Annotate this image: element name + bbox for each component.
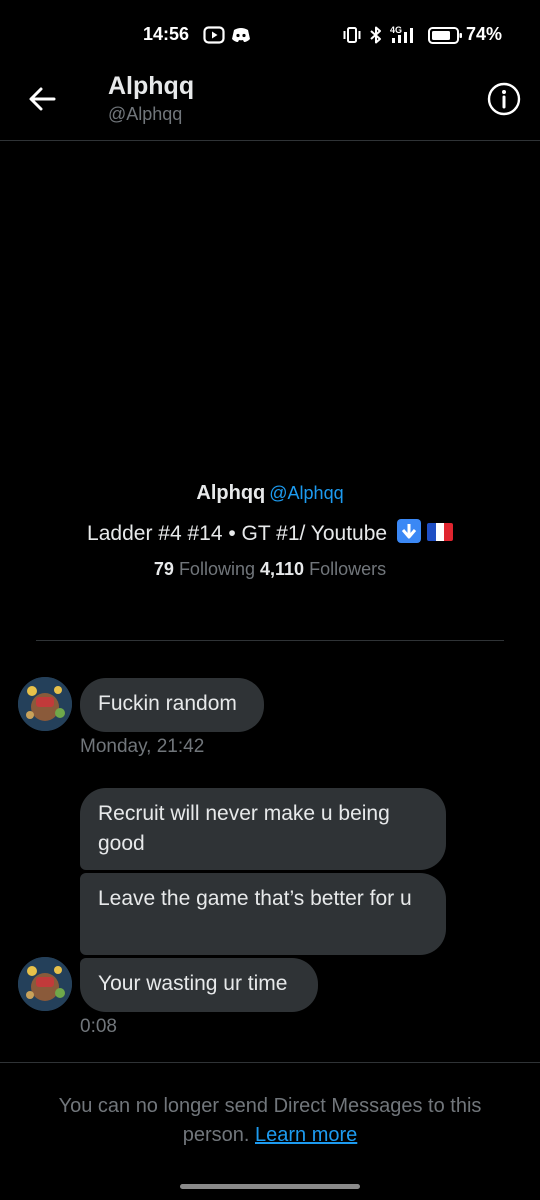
france-flag-emoji: [426, 523, 453, 541]
learn-more-link[interactable]: Learn more: [255, 1124, 357, 1146]
signal-icon: 4G: [390, 25, 413, 43]
battery-icon: [428, 27, 462, 44]
home-indicator[interactable]: [180, 1184, 360, 1189]
header-handle: @Alphqq: [108, 104, 183, 124]
battery-percent: 74%: [466, 24, 503, 44]
info-icon: [487, 82, 521, 116]
vibrate-icon: [343, 27, 361, 43]
header-divider: [0, 140, 540, 141]
footer-divider: [0, 1062, 540, 1063]
message-timestamp: Monday, 21:42: [80, 736, 205, 757]
message-timestamp: 0:08: [80, 1016, 117, 1037]
conversation-info-button[interactable]: [487, 82, 521, 116]
conversation-header: Alphqq @Alphqq: [0, 70, 540, 140]
header-display-name: Alphqq: [108, 72, 195, 100]
back-button[interactable]: [24, 84, 60, 114]
followers-count[interactable]: 4,110: [260, 559, 304, 579]
message-bubble[interactable]: Fuckin random: [80, 678, 264, 732]
dm-disabled-notice: You can no longer send Direct Messages t…: [30, 1092, 510, 1150]
profile-bio: Ladder #4 #14 • GT #1/ Youtube: [0, 519, 540, 546]
avatar[interactable]: [18, 957, 72, 1011]
discord-icon: [232, 28, 250, 42]
message-bubble[interactable]: Recruit will never make u being good: [80, 788, 446, 870]
message-bubble[interactable]: Leave the game that’s better for u: [80, 873, 446, 955]
avatar-image: [18, 677, 72, 731]
bluetooth-icon: [370, 26, 381, 44]
network-type-label: 4G: [390, 25, 402, 35]
message-bubble[interactable]: Your wasting ur time: [80, 958, 318, 1012]
followers-label[interactable]: Followers: [309, 559, 386, 579]
avatar[interactable]: [18, 677, 72, 731]
following-label[interactable]: Following: [179, 559, 255, 579]
profile-stats: 79 Following 4,110 Followers: [0, 559, 540, 580]
status-time: 14:56: [143, 24, 190, 44]
profile-name-line[interactable]: Alphqq @Alphqq: [0, 482, 540, 505]
down-arrow-emoji: [396, 519, 421, 543]
profile-handle: @Alphqq: [269, 483, 344, 503]
profile-bio-text: Ladder #4 #14 • GT #1/ Youtube: [87, 522, 388, 545]
profile-display-name: Alphqq: [196, 482, 266, 504]
back-arrow-icon: [29, 87, 56, 111]
dm-conversation-screen: 14:56 4G 74% Alphqq @Alphqq Alphqq @Alph…: [0, 0, 540, 1200]
avatar-image: [18, 957, 72, 1011]
profile-divider: [36, 640, 504, 641]
youtube-icon: [203, 26, 225, 44]
status-bar: 14:56 4G 74%: [0, 0, 540, 70]
following-count[interactable]: 79: [154, 559, 174, 579]
